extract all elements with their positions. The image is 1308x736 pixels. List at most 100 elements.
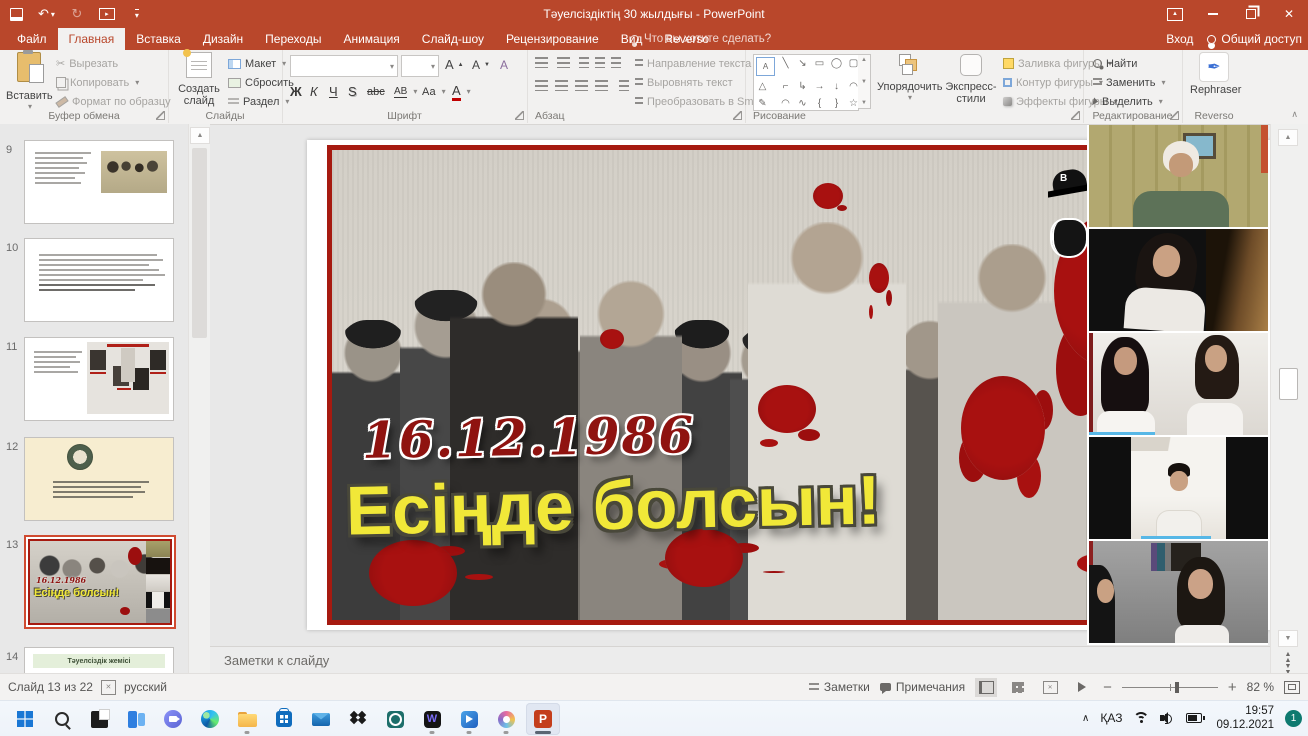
find-button[interactable]: Найти [1093,54,1137,73]
close-button[interactable]: ✕ [1270,0,1308,28]
tell-me-box[interactable]: Что вы хотите сделать? [630,28,771,50]
share-button[interactable]: Общий доступ [1207,32,1302,46]
spellcheck-icon[interactable]: ✕ [101,680,116,695]
paragraph-dialog-launcher[interactable] [733,111,742,120]
paste-button[interactable]: Вставить ▾ [6,52,52,111]
zoom-in-button[interactable]: + [1228,679,1237,696]
view-reading-button[interactable]: ✕ [1039,678,1061,697]
grow-font-button[interactable]: А▲ [445,55,464,74]
shape-textbox[interactable]: A [756,57,775,76]
zoom-slider[interactable] [1122,680,1218,694]
select-button[interactable]: Выделить▾ [1093,92,1163,111]
strikethrough-button[interactable]: abc [367,82,385,101]
tray-chevron-icon[interactable]: ∧ [1082,713,1089,724]
search-icon[interactable] [45,703,79,735]
shape-elbow-arrow[interactable]: ↳ [794,78,811,95]
edge-icon[interactable] [193,703,227,735]
text-shadow-button[interactable]: S [348,82,357,101]
shape-down-arrow[interactable]: ↓ [828,78,845,95]
shape-line[interactable]: ╲ [777,55,794,72]
scroll-down-button[interactable]: ▼ [1278,630,1298,647]
view-slideshow-button[interactable] [1071,678,1093,697]
thumbnail-slide-12[interactable] [24,437,174,521]
thumbnail-slide-9[interactable] [24,140,174,224]
photos-app-icon[interactable] [82,703,116,735]
line-spacing-icon[interactable] [611,57,621,68]
tab-animations[interactable]: Анимация [332,28,410,50]
decrease-indent-icon[interactable] [579,57,589,68]
start-button[interactable] [8,703,42,735]
justify-icon[interactable] [595,80,608,91]
restore-button[interactable] [1232,0,1270,28]
fit-to-window-icon[interactable] [1284,681,1300,694]
comments-toggle[interactable]: Примечания [880,680,965,694]
video-tile-student-2[interactable] [1089,229,1268,331]
italic-button[interactable]: К [310,82,318,101]
numbering-icon[interactable] [557,57,570,68]
notification-badge[interactable]: 1 [1285,710,1302,727]
shape-right-arrow[interactable]: → [811,78,828,95]
zoom-slider-thumb[interactable] [1175,682,1179,693]
section-button[interactable]: Раздел▾ [228,92,289,111]
new-slide-button[interactable]: Создать слайд [174,52,224,107]
filmora-icon[interactable]: W [415,703,449,735]
shape-arrow[interactable]: ↘ [794,55,811,72]
clear-formatting-button[interactable]: А [500,55,508,74]
video-tile-students-pair-2[interactable] [1089,541,1268,643]
clock[interactable]: 19:57 09.12.2021 [1216,704,1274,733]
view-slide-sorter-button[interactable] [1007,678,1029,697]
arrange-button[interactable]: Упорядочить ▾ [877,52,941,102]
tab-design[interactable]: Дизайн [192,28,254,50]
drawing-dialog-launcher[interactable] [1071,111,1080,120]
font-dialog-launcher[interactable] [515,111,524,120]
video-tile-teacher[interactable] [1089,125,1268,227]
increase-indent-icon[interactable] [595,57,605,68]
align-right-icon[interactable] [575,80,588,91]
font-name-combo[interactable]: ▾ [290,55,398,77]
tab-file[interactable]: Файл [6,28,58,50]
keyboard-language[interactable]: ҚАЗ [1100,711,1122,725]
wifi-icon[interactable] [1133,712,1149,724]
zoom-percent[interactable]: 82 % [1247,680,1274,694]
thumbnail-slide-13-selected[interactable]: 16.12.1986 Есіңде болсын! [24,535,176,629]
tab-review[interactable]: Рецензирование [495,28,610,50]
text-direction-button[interactable]: Направление текста [635,54,751,73]
format-painter-button[interactable]: Формат по образцу [56,92,171,111]
thumbnail-slide-14[interactable]: Тәуелсіздік жемісі [24,647,174,673]
tab-slideshow[interactable]: Слайд-шоу [411,28,495,50]
thumbnail-scroll-thumb[interactable] [192,148,207,338]
tab-insert[interactable]: Вставка [125,28,192,50]
ribbon-display-options-icon[interactable]: ▲ [1156,0,1194,28]
char-spacing-button[interactable]: АВ▾ [394,82,417,101]
thumbnail-slide-11[interactable] [24,337,174,421]
copy-button[interactable]: Копировать▾ [56,73,139,92]
underline-button[interactable]: Ч [329,82,338,101]
align-left-icon[interactable] [535,80,548,91]
view-normal-button[interactable] [975,678,997,697]
thumbnail-slide-10[interactable] [24,238,174,322]
clipboard-dialog-launcher[interactable] [156,111,165,120]
notes-toggle[interactable]: Заметки [809,680,870,694]
shape-triangle[interactable]: △ [754,78,771,95]
widgets-icon[interactable] [119,703,153,735]
shrink-font-button[interactable]: А▼ [472,55,490,74]
battery-icon[interactable] [1186,713,1205,723]
collapse-ribbon-icon[interactable]: ∧ [1291,109,1298,120]
tab-home[interactable]: Главная [58,28,126,50]
bold-button[interactable]: Ж [290,82,302,101]
font-size-combo[interactable]: ▾ [401,55,439,77]
align-text-button[interactable]: Выровнять текст [635,73,733,92]
language-indicator[interactable]: русский [124,680,167,694]
video-tile-student-4[interactable] [1089,437,1268,539]
video-tile-students-pair-1[interactable] [1089,333,1268,435]
microsoft-store-icon[interactable] [267,703,301,735]
rephraser-button[interactable]: ✒ Rephraser [1190,52,1238,96]
thumbnail-scrollbar[interactable]: ▲ [188,124,210,673]
shape-oval[interactable]: ◯ [828,55,845,72]
align-center-icon[interactable] [555,80,568,91]
sign-in-link[interactable]: Вход [1166,32,1193,46]
shape-rectangle[interactable]: ▭ [811,55,828,72]
shape-elbow[interactable]: ⌐ [777,78,794,95]
change-case-button[interactable]: Аа▾ [422,82,446,101]
teams-chat-icon[interactable] [156,703,190,735]
